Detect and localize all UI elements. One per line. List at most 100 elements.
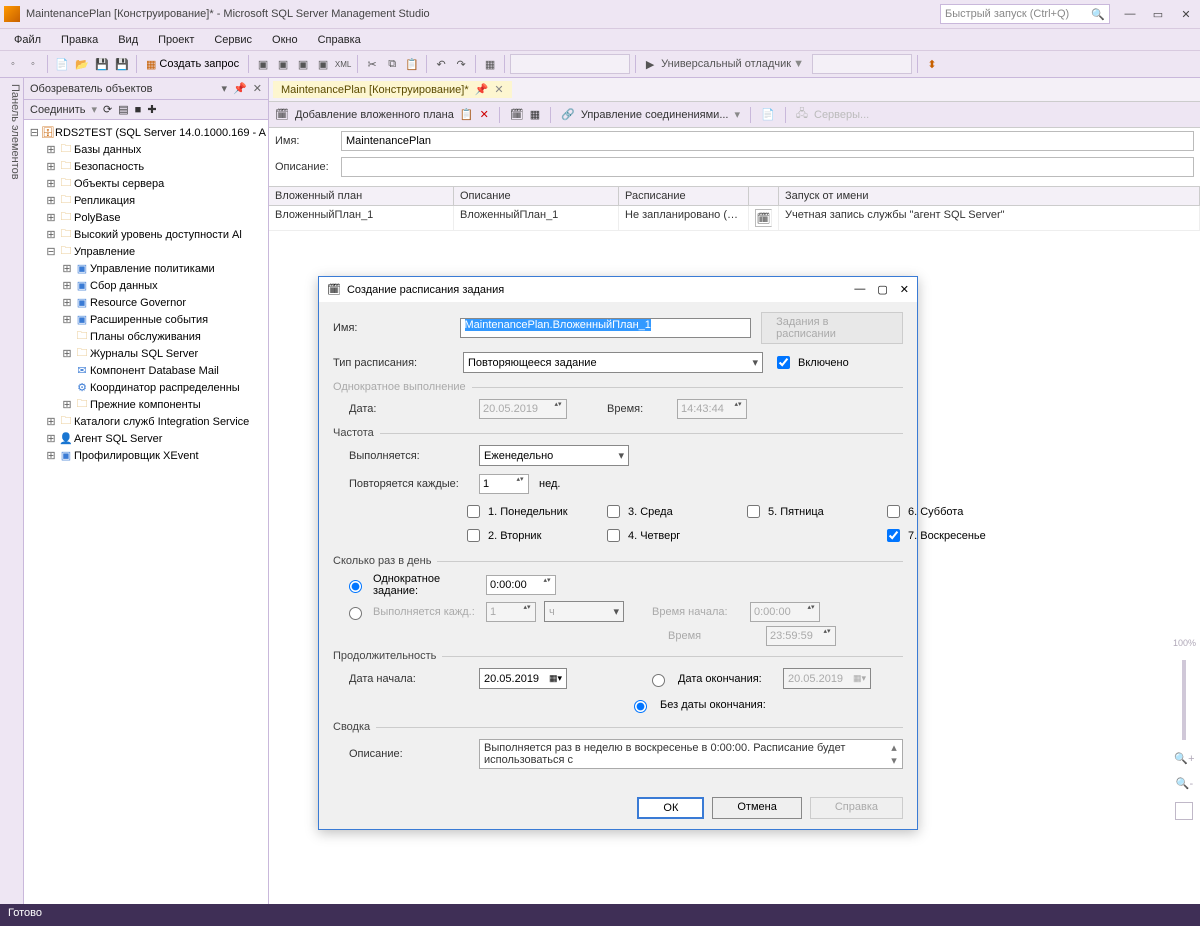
tree-toggle[interactable]: ⊞ xyxy=(44,143,58,156)
once-time-picker[interactable]: 0:00:00▴▾ xyxy=(486,575,556,595)
menu-file[interactable]: Файл xyxy=(6,32,49,48)
row-desc[interactable]: ВложенныйПлан_1 xyxy=(454,206,619,230)
subplan-row[interactable]: ВложенныйПлан_1 ВложенныйПлан_1 Не запла… xyxy=(269,206,1200,231)
once-radio[interactable] xyxy=(349,580,362,593)
tree-toggle[interactable]: ⊞ xyxy=(44,177,58,190)
quick-launch-input[interactable]: Быстрый запуск (Ctrl+Q) 🔍 xyxy=(940,4,1110,24)
zoom-slider[interactable] xyxy=(1182,660,1186,740)
tree-server[interactable]: RDS2TEST (SQL Server 14.0.1000.169 - A xyxy=(55,127,266,139)
grid-col-schedule[interactable]: Расписание xyxy=(619,187,749,205)
search-icon[interactable]: 🔍 xyxy=(1091,8,1105,21)
toolbox-tab[interactable]: Панель элементов xyxy=(0,78,24,926)
save-all-icon[interactable]: 💾 xyxy=(113,55,131,73)
menu-view[interactable]: Вид xyxy=(110,32,146,48)
open-icon[interactable]: 📂 xyxy=(73,55,91,73)
day-wed-checkbox[interactable] xyxy=(607,505,620,518)
tree-item[interactable]: PolyBase xyxy=(74,212,120,224)
minimize-button[interactable]: — xyxy=(1120,8,1140,21)
debugger-label[interactable]: Универсальный отладчик xyxy=(661,58,791,70)
tree-item[interactable]: Агент SQL Server xyxy=(74,433,162,445)
manage-connections-button[interactable]: Управление соединениями... xyxy=(581,109,729,121)
tb-last-icon[interactable]: ⬍ xyxy=(923,55,941,73)
tree-toggle[interactable]: ⊟ xyxy=(44,245,58,258)
nav-fwd-icon[interactable]: ◦ xyxy=(24,55,42,73)
start-date-picker[interactable]: 20.05.2019▦▾ xyxy=(479,668,567,689)
tree-toggle[interactable]: ⊞ xyxy=(60,313,74,326)
repeat-every-input[interactable]: 1▴▾ xyxy=(479,474,529,494)
new-icon[interactable]: 📄 xyxy=(53,55,71,73)
no-end-radio[interactable] xyxy=(634,700,647,713)
zoom-out-icon[interactable]: 🔍- xyxy=(1176,777,1193,790)
tree-item[interactable]: Расширенные события xyxy=(90,314,208,326)
tree-item[interactable]: Планы обслуживания xyxy=(90,331,201,343)
grid-col-subplan[interactable]: Вложенный план xyxy=(269,187,454,205)
tree-item[interactable]: Координатор распределенны xyxy=(90,382,240,394)
dropdown-icon[interactable]: ▾ xyxy=(222,82,228,95)
tb-icon-1[interactable]: ▣ xyxy=(254,55,272,73)
tree-toggle[interactable]: ⊞ xyxy=(60,296,74,309)
plus-icon[interactable]: ✚ xyxy=(147,103,156,116)
tree-item[interactable]: Репликация xyxy=(74,195,135,207)
undo-icon[interactable]: ↶ xyxy=(432,55,450,73)
tree-toggle[interactable]: ⊞ xyxy=(44,432,58,445)
menu-project[interactable]: Проект xyxy=(150,32,202,48)
redo-icon[interactable]: ↷ xyxy=(452,55,470,73)
tree-item[interactable]: Компонент Database Mail xyxy=(90,365,219,377)
tree-item[interactable]: Управление политиками xyxy=(90,263,215,275)
refresh-icon[interactable]: ⟳ xyxy=(103,103,112,116)
tree-item[interactable]: Сбор данных xyxy=(90,280,158,292)
subplan-props-icon[interactable]: 📋 xyxy=(460,108,474,121)
tree-toggle[interactable]: ⊞ xyxy=(44,211,58,224)
tree-toggle[interactable]: ⊞ xyxy=(44,228,58,241)
restore-button[interactable]: ▭ xyxy=(1148,8,1168,21)
close-tab-icon[interactable]: ✕ xyxy=(494,83,503,96)
dialog-close-button[interactable]: ✕ xyxy=(900,283,909,296)
dialog-titlebar[interactable]: 🗓 Создание расписания задания — ▢ ✕ xyxy=(319,277,917,302)
close-panel-icon[interactable]: ✕ xyxy=(253,82,262,95)
tree-item[interactable]: Объекты сервера xyxy=(74,178,164,190)
sched-name-input[interactable]: MaintenancePlan.ВложенныйПлан_1 xyxy=(460,318,752,338)
paste-icon[interactable]: 📋 xyxy=(403,55,421,73)
day-tue-checkbox[interactable] xyxy=(467,529,480,542)
tree-toggle[interactable]: ⊞ xyxy=(44,449,58,462)
servers-icon[interactable]: 🖧 xyxy=(796,105,808,124)
tree-item[interactable]: Профилировщик XEvent xyxy=(74,450,199,462)
tree-toggle[interactable]: ⊞ xyxy=(44,415,58,428)
tree-item[interactable]: Resource Governor xyxy=(90,297,186,309)
tree-toggle[interactable]: ⊞ xyxy=(60,262,74,275)
row-schedule[interactable]: Не запланировано (по з… xyxy=(619,206,749,230)
sched-type-combo[interactable]: Повторяющееся задание▾ xyxy=(463,352,763,373)
tree-toggle[interactable]: ⊟ xyxy=(28,126,41,139)
day-mon-checkbox[interactable] xyxy=(467,505,480,518)
row-runas[interactable]: Учетная запись службы "агент SQL Server" xyxy=(779,206,1200,230)
nav-back-icon[interactable]: ◦ xyxy=(4,55,22,73)
db-selector[interactable] xyxy=(510,54,630,74)
stop-icon[interactable]: ■ xyxy=(135,104,142,116)
connect-button[interactable]: Соединить xyxy=(30,104,86,116)
schedule-icon[interactable]: ▦ xyxy=(530,108,540,121)
menu-window[interactable]: Окно xyxy=(264,32,306,48)
day-sat-checkbox[interactable] xyxy=(887,505,900,518)
tb-icon-3[interactable]: ▣ xyxy=(294,55,312,73)
tree-toggle[interactable]: ⊞ xyxy=(60,279,74,292)
tree-item[interactable]: Высокий уровень доступности Al xyxy=(74,229,242,241)
cancel-button[interactable]: Отмена xyxy=(712,797,801,819)
add-subplan-icon[interactable]: 🗓 xyxy=(275,108,289,121)
menu-edit[interactable]: Правка xyxy=(53,32,106,48)
tree-toggle[interactable]: ⊞ xyxy=(60,347,74,360)
tree-item[interactable]: Каталоги служб Integration Service xyxy=(74,416,249,428)
pin-tab-icon[interactable]: 📌 xyxy=(475,83,489,96)
fit-icon[interactable] xyxy=(1175,802,1193,820)
new-query-button[interactable]: ▦Создать запрос xyxy=(142,56,243,73)
copy-icon[interactable]: ⧉ xyxy=(383,55,401,73)
enabled-checkbox[interactable] xyxy=(777,356,790,369)
reporting-icon[interactable]: 📄 xyxy=(761,108,775,121)
grid-col-runas[interactable]: Запуск от имени xyxy=(779,187,1200,205)
pin-icon[interactable]: 📌 xyxy=(233,82,247,95)
plan-name-input[interactable] xyxy=(341,131,1194,151)
document-tab[interactable]: MaintenancePlan [Конструирование]* 📌 ✕ xyxy=(273,81,512,98)
close-button[interactable]: ✕ xyxy=(1176,8,1196,21)
calendar-icon[interactable]: 🗓 xyxy=(510,108,524,121)
tree-toggle[interactable]: ⊞ xyxy=(44,160,58,173)
tree-item[interactable]: Журналы SQL Server xyxy=(90,348,198,360)
